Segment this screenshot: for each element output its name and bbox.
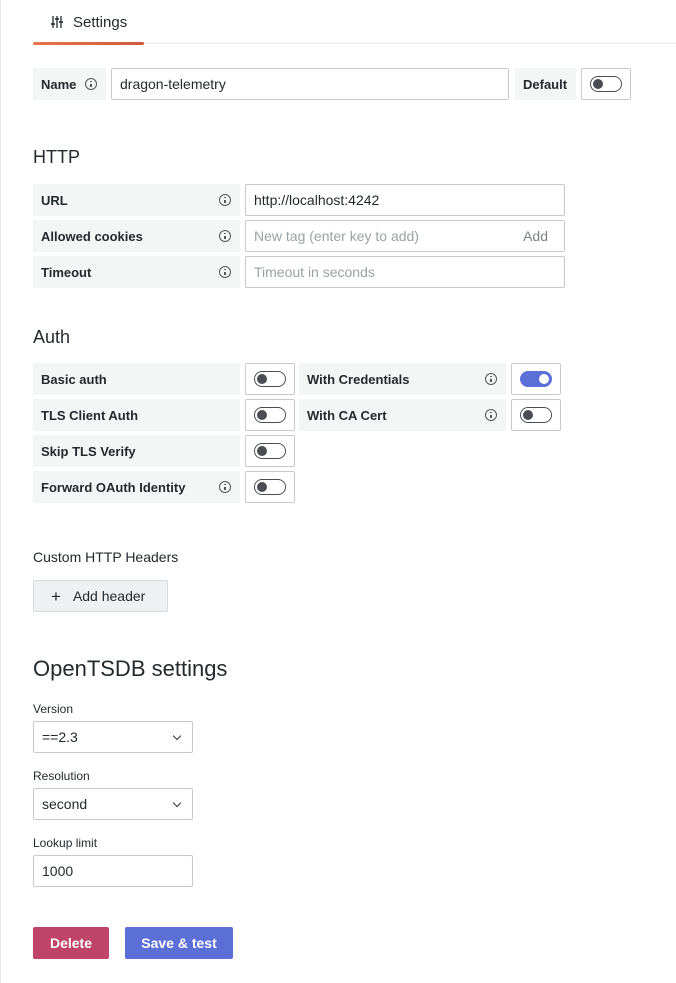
with-credentials-label: With Credentials: [299, 363, 506, 395]
forward-oauth-label-text: Forward OAuth Identity: [41, 479, 186, 495]
tab-bar: Settings: [33, 0, 676, 45]
tls-client-auth-toggle[interactable]: [254, 407, 286, 423]
default-toggle-box: [581, 68, 631, 100]
skip-tls-verify-toggle-box: [245, 435, 295, 467]
add-header-label: Add header: [72, 588, 146, 604]
allowed-cookies-label: Allowed cookies: [33, 220, 240, 252]
info-icon[interactable]: [85, 78, 97, 90]
version-label: Version: [33, 702, 74, 716]
name-value: dragon-telemetry: [120, 76, 226, 92]
name-label: Name: [33, 68, 106, 100]
info-icon[interactable]: [485, 409, 497, 421]
basic-auth-toggle-box: [245, 363, 295, 395]
with-ca-cert-toggle[interactable]: [520, 407, 552, 423]
add-header-button[interactable]: + Add header: [33, 580, 168, 612]
default-label-text: Default: [523, 76, 568, 92]
tls-client-auth-label: TLS Client Auth: [33, 399, 240, 431]
with-ca-cert-label: With CA Cert: [299, 399, 506, 431]
tls-client-auth-label-text: TLS Client Auth: [41, 407, 139, 423]
name-input[interactable]: dragon-telemetry: [111, 68, 509, 100]
forward-oauth-label: Forward OAuth Identity: [33, 471, 240, 503]
forward-oauth-toggle-box: [245, 471, 295, 503]
skip-tls-verify-label: Skip TLS Verify: [33, 435, 240, 467]
lookup-limit-input[interactable]: 1000: [33, 855, 193, 887]
timeout-label: Timeout: [33, 256, 240, 288]
tab-settings[interactable]: Settings: [33, 0, 144, 45]
url-value: http://localhost:4242: [254, 192, 380, 208]
chevron-down-icon: [172, 798, 182, 808]
sliders-icon: [51, 16, 63, 28]
auth-section-title: Auth: [33, 327, 71, 347]
version-value: ==2.3: [42, 729, 78, 745]
timeout-placeholder: Timeout in seconds: [254, 264, 375, 280]
custom-headers-title: Custom HTTP Headers: [33, 549, 179, 565]
save-test-button[interactable]: Save & test: [125, 927, 233, 959]
basic-auth-toggle[interactable]: [254, 371, 286, 387]
left-border: [0, 0, 1, 983]
allowed-cookies-placeholder: New tag (enter key to add): [254, 228, 419, 244]
resolution-value: second: [42, 796, 88, 812]
version-select[interactable]: ==2.3: [33, 721, 193, 753]
default-label: Default: [515, 68, 576, 100]
tls-client-auth-toggle-box: [245, 399, 295, 431]
info-icon[interactable]: [219, 266, 231, 278]
skip-tls-verify-label-text: Skip TLS Verify: [41, 443, 136, 459]
chevron-down-icon: [172, 731, 182, 741]
timeout-label-text: Timeout: [41, 264, 92, 280]
opentsdb-section-title: OpenTSDB settings: [33, 656, 228, 681]
http-section-title: HTTP: [33, 147, 80, 167]
skip-tls-verify-toggle[interactable]: [254, 443, 286, 459]
info-icon[interactable]: [219, 230, 231, 242]
default-toggle[interactable]: [590, 76, 622, 92]
lookup-limit-label: Lookup limit: [33, 836, 98, 850]
name-label-text: Name: [41, 76, 77, 92]
resolution-label: Resolution: [33, 769, 90, 783]
with-credentials-toggle[interactable]: [520, 371, 552, 387]
basic-auth-label: Basic auth: [33, 363, 240, 395]
resolution-select[interactable]: second: [33, 788, 193, 820]
allowed-cookies-label-text: Allowed cookies: [41, 228, 143, 244]
plus-icon: +: [51, 586, 61, 606]
active-tab-indicator: [33, 42, 144, 45]
info-icon[interactable]: [219, 481, 231, 493]
add-cookie-button[interactable]: Add: [523, 228, 548, 244]
with-ca-cert-toggle-box: [511, 399, 561, 431]
lookup-limit-value: 1000: [42, 863, 74, 879]
info-icon[interactable]: [485, 373, 497, 385]
delete-button[interactable]: Delete: [33, 927, 109, 959]
timeout-input[interactable]: Timeout in seconds: [245, 256, 565, 288]
with-credentials-toggle-box: [511, 363, 561, 395]
info-icon[interactable]: [219, 194, 231, 206]
forward-oauth-toggle[interactable]: [254, 479, 286, 495]
tab-settings-label: Settings: [73, 13, 128, 31]
url-label-text: URL: [41, 192, 68, 208]
allowed-cookies-input[interactable]: New tag (enter key to add) Add: [245, 220, 565, 252]
with-credentials-label-text: With Credentials: [307, 371, 410, 387]
basic-auth-label-text: Basic auth: [41, 371, 107, 387]
url-label: URL: [33, 184, 240, 216]
with-ca-cert-label-text: With CA Cert: [307, 407, 387, 423]
url-input[interactable]: http://localhost:4242: [245, 184, 565, 216]
